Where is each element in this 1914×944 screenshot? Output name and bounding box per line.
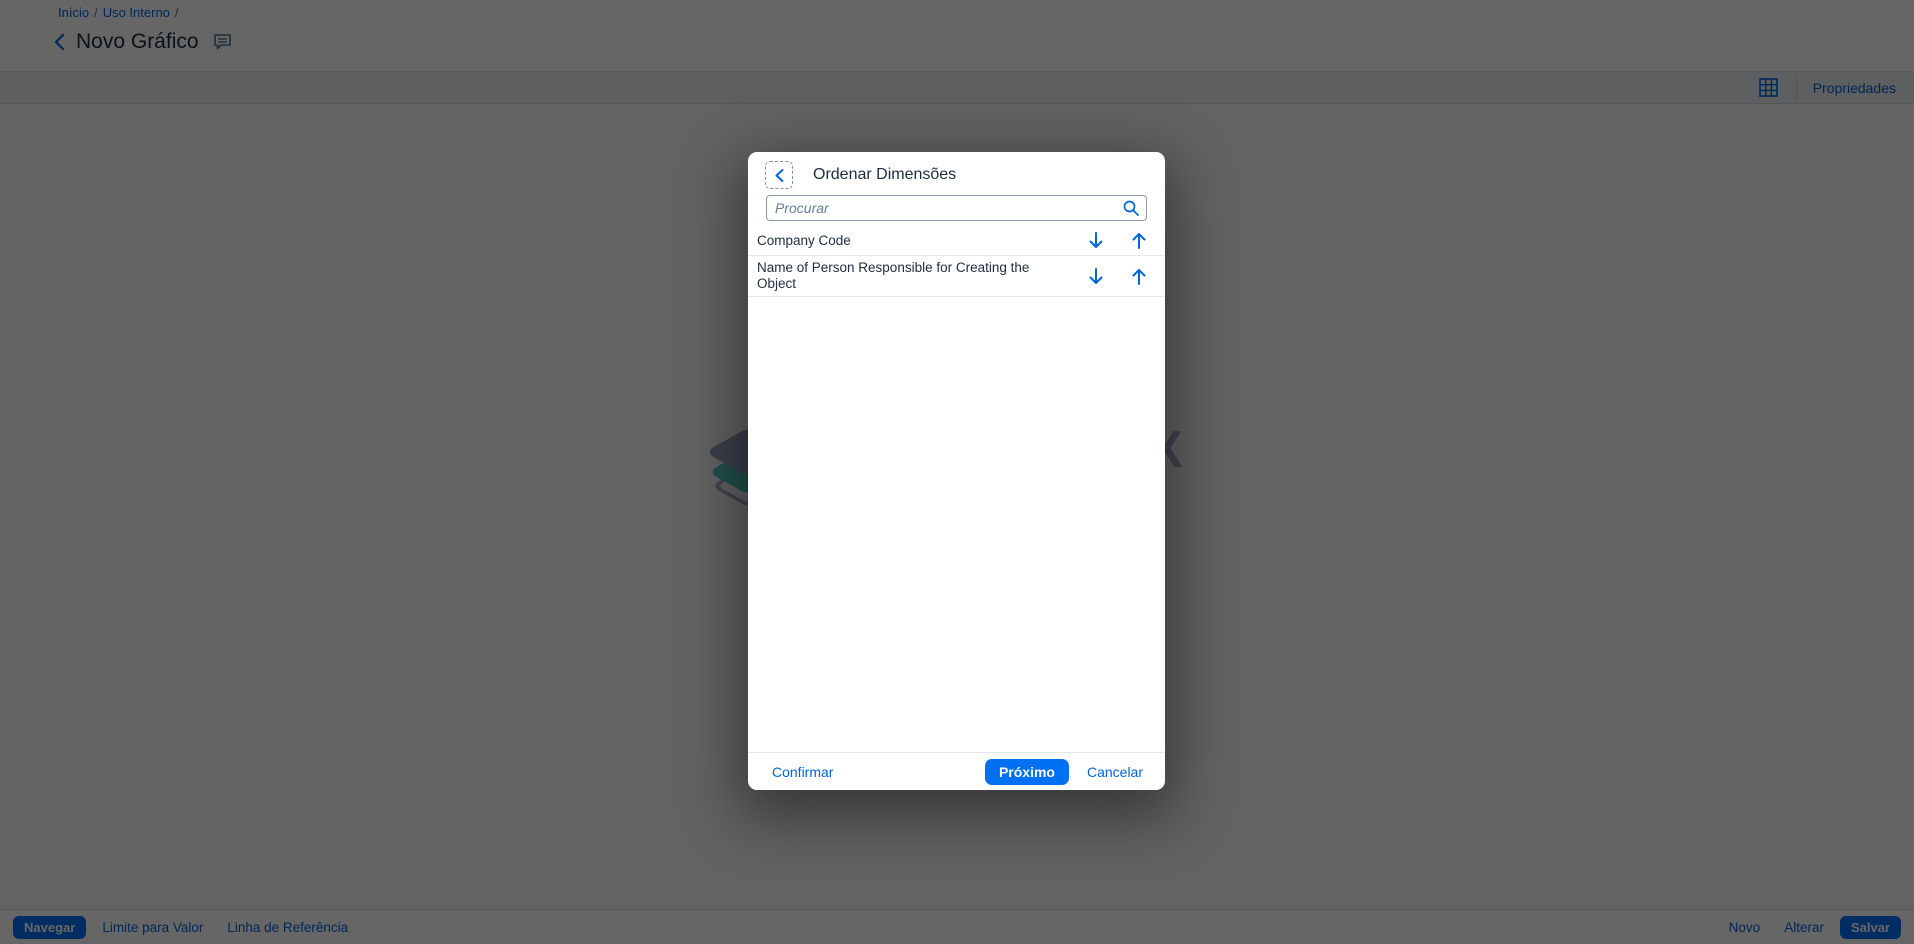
- dialog-header: Ordenar Dimensões: [748, 152, 1165, 188]
- move-up-button[interactable]: [1131, 231, 1147, 250]
- search-input[interactable]: [766, 195, 1147, 221]
- dialog-back-button[interactable]: [766, 162, 792, 188]
- cancel-button[interactable]: Cancelar: [1081, 760, 1149, 784]
- row-arrows: [1088, 267, 1147, 286]
- dimension-label: Name of Person Responsible for Creating …: [757, 260, 1057, 292]
- order-dimensions-dialog: Ordenar Dimensões Company Code: [748, 152, 1165, 790]
- row-arrows: [1088, 231, 1147, 250]
- move-up-button[interactable]: [1131, 267, 1147, 286]
- dialog-search: [766, 195, 1147, 221]
- move-down-button[interactable]: [1088, 267, 1104, 286]
- dimension-label: Company Code: [757, 233, 1057, 249]
- move-down-button[interactable]: [1088, 231, 1104, 250]
- dialog-title: Ordenar Dimensões: [813, 166, 956, 184]
- search-icon[interactable]: [1122, 199, 1140, 222]
- dimension-row-company-code[interactable]: Company Code: [748, 226, 1165, 256]
- dimension-list: Company Code Name of Person Responsible …: [748, 226, 1165, 297]
- app-root: Início / Uso Interno / Novo Gráfico Prop…: [0, 0, 1914, 944]
- dimension-row-responsible-person[interactable]: Name of Person Responsible for Creating …: [748, 256, 1165, 297]
- confirm-button[interactable]: Confirmar: [766, 760, 839, 784]
- dialog-body-spacer: [748, 297, 1165, 752]
- next-button[interactable]: Próximo: [985, 759, 1069, 785]
- dialog-footer: Confirmar Próximo Cancelar: [748, 752, 1165, 790]
